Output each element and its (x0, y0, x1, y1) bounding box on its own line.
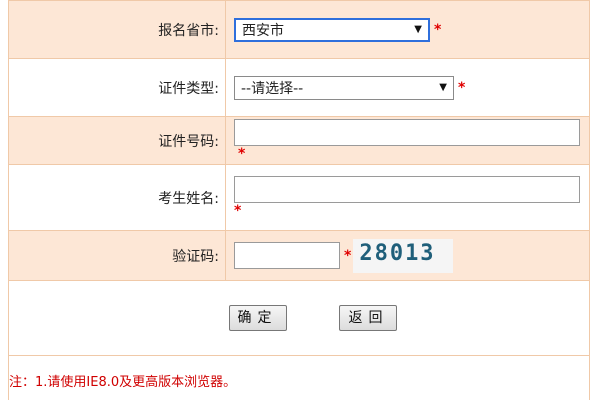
row-cert-no: 证件号码: * (8, 116, 590, 165)
name-cell: * (225, 164, 590, 231)
required-mark: * (344, 247, 352, 264)
row-actions: 确定 返回 (8, 280, 590, 356)
required-mark: * (458, 79, 466, 96)
row-province: 报名省市: 西安市 ▼ * (8, 0, 590, 59)
actions-cell: 确定 返回 (8, 280, 590, 356)
cert-no-cell: * (225, 116, 590, 165)
cert-no-input[interactable] (234, 119, 580, 146)
row-cert-type: 证件类型: --请选择-- ▼ * (8, 58, 590, 117)
confirm-button[interactable]: 确定 (228, 305, 287, 331)
dropdown-arrow-icon: ▼ (414, 24, 422, 35)
captcha-label: 验证码: (8, 230, 226, 281)
province-cell: 西安市 ▼ * (225, 0, 590, 59)
browser-note: 注：1.请使用IE8.0及更高版本浏览器。 (8, 355, 590, 400)
cert-type-label: 证件类型: (8, 58, 226, 117)
name-input[interactable] (234, 176, 580, 203)
registration-form: 报名省市: 西安市 ▼ * 证件类型: --请选择-- ▼ * 证件号码: * … (8, 0, 590, 356)
cert-type-cell: --请选择-- ▼ * (225, 58, 590, 117)
cert-no-label: 证件号码: (8, 116, 226, 165)
captcha-input[interactable] (234, 242, 340, 269)
dropdown-arrow-icon: ▼ (439, 82, 447, 93)
required-mark: * (238, 146, 246, 162)
back-button[interactable]: 返回 (339, 305, 398, 331)
required-mark: * (434, 21, 442, 38)
province-selected-value: 西安市 (242, 22, 284, 39)
cert-type-select[interactable]: --请选择-- ▼ (234, 75, 454, 100)
captcha-cell: * 28013 (225, 230, 590, 281)
row-name: 考生姓名: * (8, 164, 590, 231)
province-select[interactable]: 西安市 ▼ (234, 17, 430, 42)
row-captcha: 验证码: * 28013 (8, 230, 590, 281)
captcha-image[interactable]: 28013 (353, 238, 454, 273)
captcha-image-text: 28013 (359, 240, 436, 266)
cert-type-selected-value: --请选择-- (241, 80, 304, 97)
province-label: 报名省市: (8, 0, 226, 59)
name-label: 考生姓名: (8, 164, 226, 231)
required-mark: * (234, 203, 242, 219)
